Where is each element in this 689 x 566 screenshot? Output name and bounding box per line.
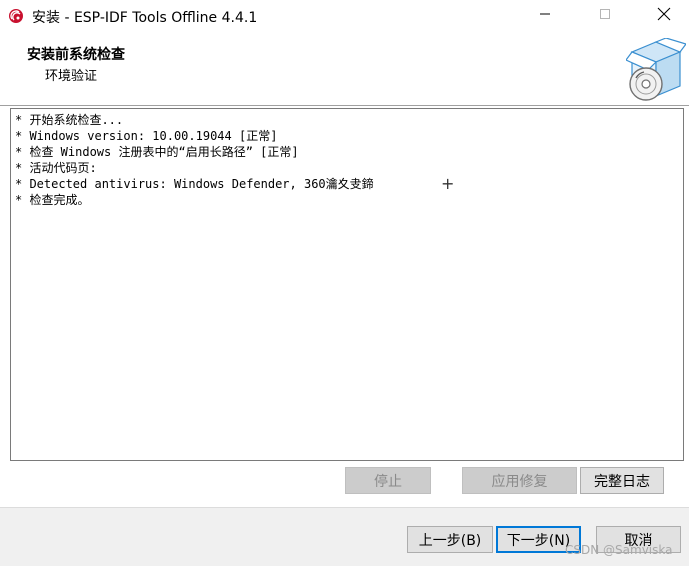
log-line: * 开始系统检查... <box>15 113 124 127</box>
close-icon <box>657 7 671 25</box>
close-button[interactable] <box>641 0 687 32</box>
header-divider <box>0 105 689 106</box>
window-title: 安装 - ESP-IDF Tools Offline 4.4.1 <box>32 10 258 26</box>
log-line: * Detected antivirus: Windows Defender, … <box>15 177 374 191</box>
maximize-icon <box>599 8 611 24</box>
maximize-button[interactable] <box>582 0 628 32</box>
log-line: * Windows version: 10.00.19044 [正常] <box>15 129 278 143</box>
minimize-icon <box>539 8 551 24</box>
wizard-header: 安装前系统检查 环境验证 <box>0 32 689 106</box>
back-button[interactable]: 上一步(B) <box>407 526 493 553</box>
system-check-log[interactable]: * 开始系统检查... * Windows version: 10.00.190… <box>10 108 684 461</box>
minimize-button[interactable] <box>522 0 568 32</box>
page-subtitle: 环境验证 <box>45 69 98 84</box>
title-bar[interactable]: 安装 - ESP-IDF Tools Offline 4.4.1 <box>0 0 689 32</box>
watermark: CSDN @Samviska <box>565 543 673 557</box>
log-line: * 检查完成。 <box>15 193 90 207</box>
esp-idf-logo-icon <box>8 8 24 24</box>
installer-box-disc-icon <box>625 37 687 104</box>
page-title: 安装前系统检查 <box>27 47 125 63</box>
full-log-button[interactable]: 完整日志 <box>580 467 664 494</box>
log-line: * 活动代码页: <box>15 161 97 175</box>
wizard-footer <box>0 507 689 566</box>
stop-button[interactable]: 停止 <box>345 467 431 494</box>
mouse-cursor-icon: + <box>441 174 455 193</box>
log-line: * 检查 Windows 注册表中的“启用长路径” [正常] <box>15 145 299 159</box>
apply-fix-button[interactable]: 应用修复 <box>462 467 577 494</box>
